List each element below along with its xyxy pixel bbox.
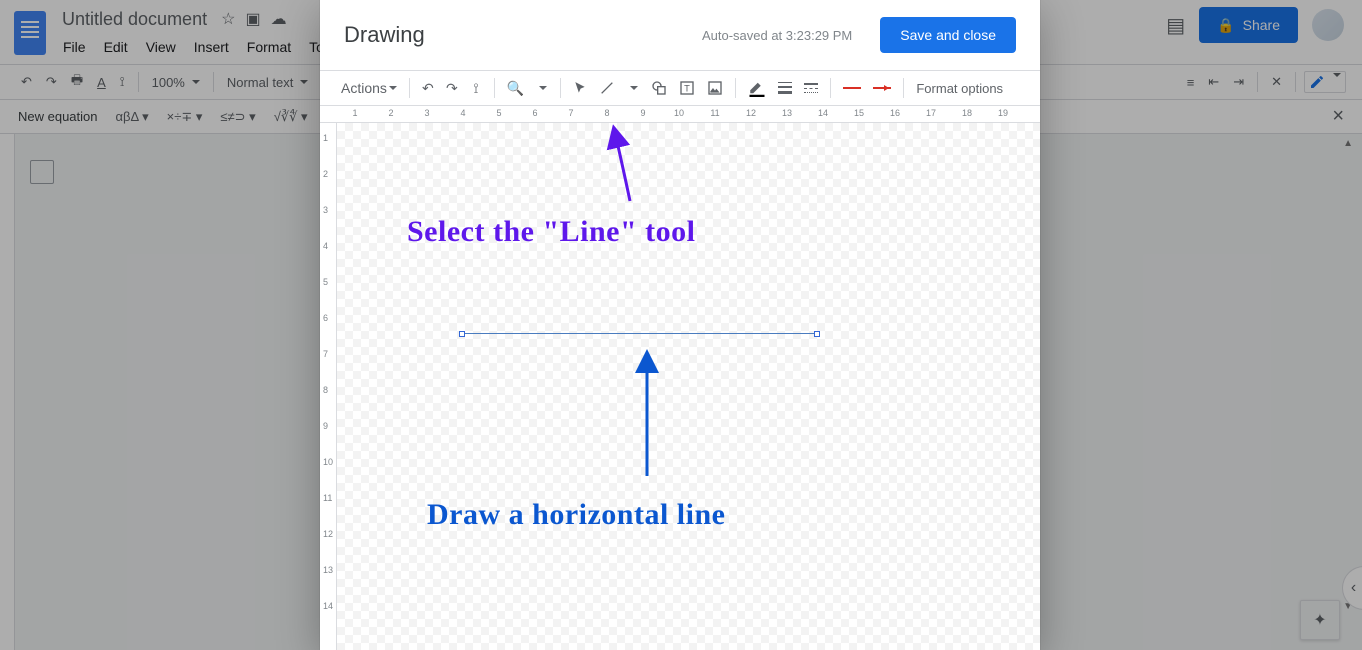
dialog-title: Drawing: [344, 22, 425, 48]
line-tool[interactable]: [594, 75, 620, 101]
drawing-toolbar: Actions ↶ ↷ ⟟ 🔍 T Format options: [320, 70, 1040, 106]
annotation-arrow-purple: [597, 123, 657, 203]
annotation-draw-line: Draw a horizontal line: [427, 498, 725, 532]
shape-icon: [651, 80, 667, 96]
line-icon: [599, 80, 615, 96]
dialog-header: Drawing Auto-saved at 3:23:29 PM Save an…: [320, 0, 1040, 70]
line-weight-button[interactable]: [773, 75, 797, 101]
annotation-line-tool: Select the "Line" tool: [407, 215, 695, 249]
redo-button[interactable]: ↷: [441, 75, 463, 101]
svg-text:T: T: [685, 83, 691, 93]
paint-format-button[interactable]: ⟟: [465, 75, 487, 101]
annotation-arrow-blue: [627, 348, 667, 478]
textbox-icon: T: [679, 80, 695, 96]
zoom-button[interactable]: 🔍: [502, 75, 529, 101]
line-end-icon: [873, 87, 891, 89]
line-color-button[interactable]: [743, 75, 771, 101]
drawing-dialog: Drawing Auto-saved at 3:23:29 PM Save an…: [320, 0, 1040, 650]
drawing-canvas[interactable]: Select the "Line" tool Draw a horizontal…: [337, 123, 1040, 650]
line-dash-button[interactable]: [799, 75, 823, 101]
line-start-icon: [843, 87, 861, 89]
zoom-menu[interactable]: [531, 75, 553, 101]
select-tool[interactable]: [568, 75, 592, 101]
format-options-button[interactable]: Format options: [911, 75, 1008, 101]
line-dash-icon: [804, 83, 818, 93]
image-tool[interactable]: [702, 75, 728, 101]
vertical-ruler-dialog: 1234567891011121314: [320, 123, 337, 650]
actions-menu[interactable]: Actions: [336, 75, 402, 101]
save-and-close-button[interactable]: Save and close: [880, 17, 1016, 53]
line-weight-icon: [778, 82, 792, 94]
line-start-button[interactable]: [838, 75, 866, 101]
line-tool-menu[interactable]: [622, 75, 644, 101]
image-icon: [707, 80, 723, 96]
drawn-horizontal-line[interactable]: [462, 333, 817, 334]
horizontal-ruler: 12345678910111213141516171819: [320, 106, 1040, 123]
line-end-button[interactable]: [868, 75, 896, 101]
actions-label: Actions: [341, 80, 387, 96]
cursor-icon: [573, 81, 587, 95]
undo-button[interactable]: ↶: [417, 75, 439, 101]
shape-tool[interactable]: [646, 75, 672, 101]
textbox-tool[interactable]: T: [674, 75, 700, 101]
pencil-underline-icon: [748, 79, 766, 97]
autosave-status: Auto-saved at 3:23:29 PM: [702, 28, 852, 43]
